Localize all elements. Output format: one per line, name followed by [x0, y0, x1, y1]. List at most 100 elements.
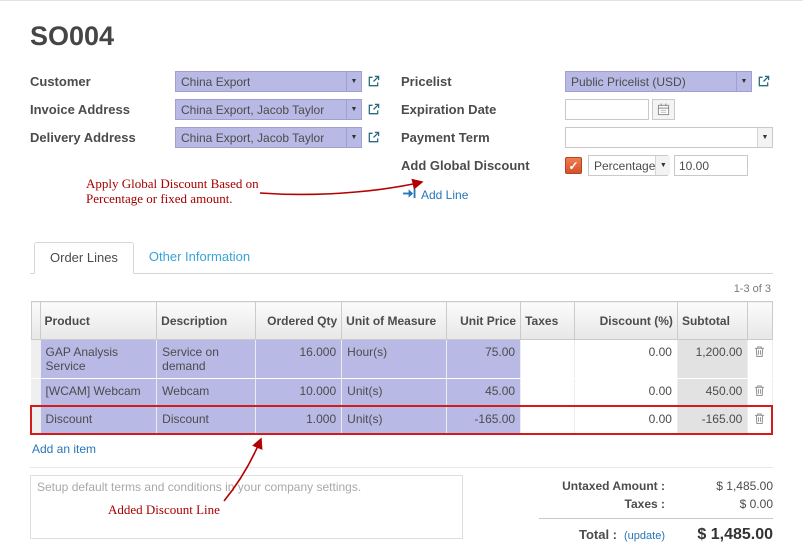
annotation-global-discount: Apply Global Discount Based on Percentag…: [86, 176, 259, 207]
trash-icon: [754, 386, 765, 400]
taxes-label: Taxes :: [625, 497, 665, 511]
header-unit-price[interactable]: Unit Price: [446, 302, 520, 340]
invoice-address-select[interactable]: China Export, Jacob Taylor ▼: [175, 99, 362, 120]
cell-ordered-qty[interactable]: 10.000: [255, 379, 341, 407]
expiration-date-input[interactable]: [565, 99, 649, 120]
header-actions: [748, 302, 772, 340]
row-handle[interactable]: [31, 379, 40, 407]
list-footer: Add an item: [30, 435, 773, 468]
header-product[interactable]: Product: [40, 302, 157, 340]
cell-subtotal: 1,200.00: [677, 340, 747, 379]
cell-subtotal: -165.00: [677, 406, 747, 434]
totals-divider: [539, 518, 773, 519]
cell-ordered-qty[interactable]: 16.000: [255, 340, 341, 379]
delete-line-button[interactable]: [748, 340, 772, 379]
delete-line-button[interactable]: [748, 379, 772, 407]
chevron-down-icon: ▼: [346, 100, 361, 119]
cell-ordered-qty[interactable]: 1.000: [255, 406, 341, 434]
external-link-icon[interactable]: [757, 75, 770, 88]
pricelist-label: Pricelist: [401, 74, 565, 89]
form-right-column: Pricelist Public Pricelist (USD) ▼ Expir…: [401, 70, 773, 204]
trash-icon: [754, 414, 765, 428]
global-discount-checkbox[interactable]: ✓: [565, 157, 582, 174]
calendar-icon[interactable]: [652, 99, 675, 120]
tab-other-information[interactable]: Other Information: [134, 242, 265, 273]
chevron-down-icon: ▼: [757, 128, 772, 147]
customer-select[interactable]: China Export ▼: [175, 71, 362, 92]
taxes-value: $ 0.00: [665, 497, 773, 511]
order-line-row[interactable]: [WCAM] Webcam Webcam 10.000 Unit(s) 45.0…: [31, 379, 772, 407]
delivery-address-select[interactable]: China Export, Jacob Taylor ▼: [175, 127, 362, 148]
payment-term-select[interactable]: ▼: [565, 127, 773, 148]
global-discount-field-row: Add Global Discount ✓ Percentage ▼: [401, 154, 773, 177]
discount-type-select[interactable]: Percentage ▼: [588, 155, 668, 176]
cell-taxes[interactable]: [521, 379, 575, 407]
external-link-icon[interactable]: [367, 103, 380, 116]
header-ordered-qty[interactable]: Ordered Qty: [255, 302, 341, 340]
row-handle[interactable]: [31, 406, 40, 434]
chevron-down-icon: ▼: [736, 72, 751, 91]
cell-taxes[interactable]: [521, 406, 575, 434]
payment-term-field-row: Payment Term ▼: [401, 126, 773, 149]
notes-area: [30, 475, 463, 539]
customer-field-row: Customer China Export ▼: [30, 70, 401, 93]
pager-range: 1-3 of 3: [30, 283, 771, 295]
cell-product[interactable]: [WCAM] Webcam: [40, 379, 157, 407]
header-subtotal[interactable]: Subtotal: [677, 302, 747, 340]
cell-product[interactable]: GAP Analysis Service: [40, 340, 157, 379]
cell-discount[interactable]: 0.00: [575, 406, 678, 434]
order-line-row-discount[interactable]: Discount Discount 1.000 Unit(s) -165.00 …: [31, 406, 772, 434]
payment-term-label: Payment Term: [401, 130, 565, 145]
arrow-right-icon: [403, 188, 416, 202]
terms-and-conditions-textarea[interactable]: [30, 475, 463, 539]
external-link-icon[interactable]: [367, 75, 380, 88]
add-line-link[interactable]: Add Line: [403, 188, 468, 202]
expiration-date-label: Expiration Date: [401, 102, 565, 117]
pricelist-field-row: Pricelist Public Pricelist (USD) ▼: [401, 70, 773, 93]
trash-icon: [754, 347, 765, 361]
notebook-tabs: Order Lines Other Information: [30, 242, 773, 274]
header-discount[interactable]: Discount (%): [575, 302, 678, 340]
chevron-down-icon: ▼: [346, 72, 361, 91]
header-description[interactable]: Description: [157, 302, 256, 340]
cell-unit-price[interactable]: 75.00: [446, 340, 520, 379]
chevron-down-icon: ▼: [346, 128, 361, 147]
cell-unit-price[interactable]: 45.00: [446, 379, 520, 407]
header-taxes[interactable]: Taxes: [521, 302, 575, 340]
cell-discount[interactable]: 0.00: [575, 340, 678, 379]
cell-product[interactable]: Discount: [40, 406, 157, 434]
cell-taxes[interactable]: [521, 340, 575, 379]
cell-description[interactable]: Service on demand: [157, 340, 256, 379]
pricelist-select[interactable]: Public Pricelist (USD) ▼: [565, 71, 752, 92]
cell-discount[interactable]: 0.00: [575, 379, 678, 407]
external-link-icon[interactable]: [367, 131, 380, 144]
delivery-address-field-row: Delivery Address China Export, Jacob Tay…: [30, 126, 401, 149]
cell-unit-of-measure[interactable]: Hour(s): [342, 340, 447, 379]
invoice-address-field-row: Invoice Address China Export, Jacob Tayl…: [30, 98, 401, 121]
untaxed-amount-row: Untaxed Amount : $ 1,485.00: [463, 479, 773, 493]
discount-amount-input[interactable]: [674, 155, 748, 176]
taxes-row: Taxes : $ 0.00: [463, 497, 773, 511]
table-header-row: Product Description Ordered Qty Unit of …: [31, 302, 772, 340]
page-title: SO004: [30, 21, 773, 52]
cell-unit-of-measure[interactable]: Unit(s): [342, 379, 447, 407]
cell-unit-price[interactable]: -165.00: [446, 406, 520, 434]
cell-unit-of-measure[interactable]: Unit(s): [342, 406, 447, 434]
row-handle[interactable]: [31, 340, 40, 379]
header-unit-of-measure[interactable]: Unit of Measure: [342, 302, 447, 340]
invoice-address-label: Invoice Address: [30, 102, 175, 117]
add-an-item-link[interactable]: Add an item: [32, 442, 96, 456]
cell-description[interactable]: Webcam: [157, 379, 256, 407]
add-global-discount-label: Add Global Discount: [401, 158, 565, 173]
order-lines-table: Product Description Ordered Qty Unit of …: [30, 301, 773, 435]
delete-line-button[interactable]: [748, 406, 772, 434]
expiration-date-field-row: Expiration Date: [401, 98, 773, 121]
update-total-link[interactable]: (update): [624, 530, 665, 542]
annotation-discount-line: Added Discount Line: [108, 502, 220, 517]
cell-subtotal: 450.00: [677, 379, 747, 407]
order-line-row[interactable]: GAP Analysis Service Service on demand 1…: [31, 340, 772, 379]
cell-description[interactable]: Discount: [157, 406, 256, 434]
customer-label: Customer: [30, 74, 175, 89]
tab-order-lines[interactable]: Order Lines: [34, 242, 134, 274]
delivery-address-label: Delivery Address: [30, 130, 175, 145]
